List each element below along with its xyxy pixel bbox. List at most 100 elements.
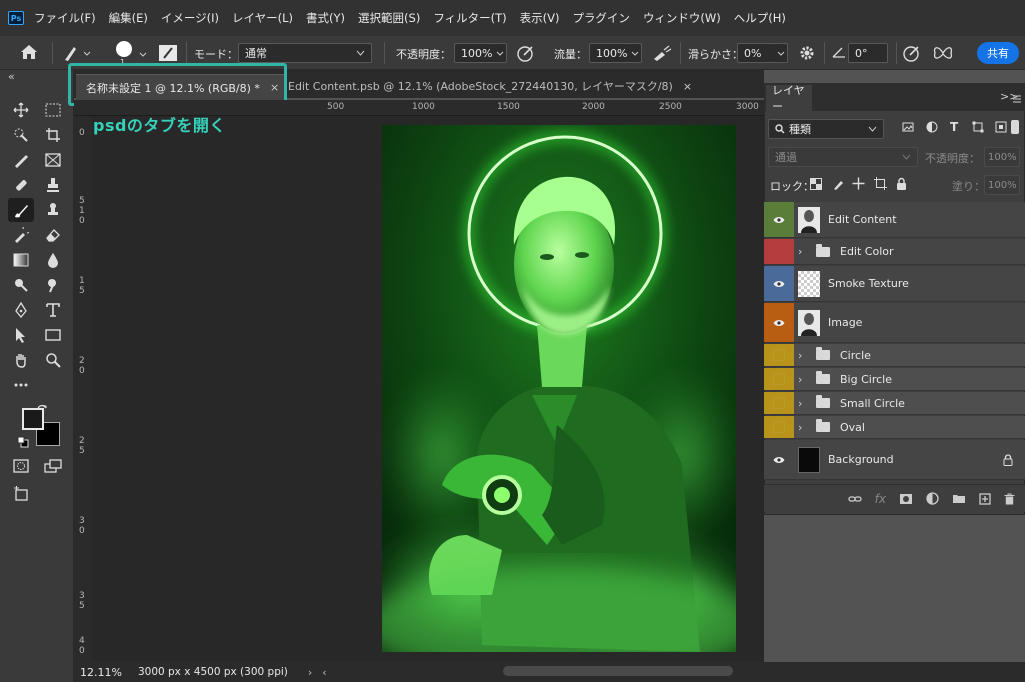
layer-row-oval[interactable]: › Oval — [764, 416, 1025, 439]
smoothing-dropdown[interactable] — [774, 43, 788, 63]
symmetry-butterfly-icon[interactable] — [932, 44, 954, 62]
chevron-right-icon[interactable]: › — [798, 397, 810, 410]
menu-filter[interactable]: フィルター(T) — [433, 10, 506, 26]
quick-selection-tool-icon[interactable] — [8, 123, 34, 147]
eye-icon[interactable] — [764, 202, 794, 237]
screen-mode-icon[interactable] — [40, 454, 66, 478]
zoom-magnifier-icon[interactable] — [40, 273, 66, 297]
tab-layers[interactable]: レイヤー — [766, 84, 812, 113]
adjustment-layer-icon[interactable] — [926, 492, 939, 505]
layer-row-edit-content[interactable]: Edit Content — [764, 202, 1025, 238]
path-selection-tool-icon[interactable] — [8, 323, 34, 347]
type-tool-icon[interactable] — [40, 298, 66, 322]
default-colors-icon[interactable] — [17, 436, 29, 448]
eye-icon[interactable] — [764, 440, 794, 479]
filter-pixel-icon[interactable] — [902, 121, 914, 133]
menu-edit[interactable]: 編集(E) — [109, 10, 148, 26]
menu-type[interactable]: 書式(Y) — [306, 10, 345, 26]
history-brush-tool-icon[interactable] — [8, 223, 34, 247]
lock-transparency-icon[interactable] — [810, 178, 822, 190]
layer-row-background[interactable]: Background — [764, 440, 1025, 480]
layer-filter-select[interactable]: 種類 — [768, 119, 884, 139]
link-layers-icon[interactable] — [848, 494, 862, 504]
horizontal-scrollbar[interactable] — [503, 666, 733, 676]
airbrush-icon[interactable] — [652, 44, 672, 62]
marquee-tool-icon[interactable] — [40, 98, 66, 122]
share-button[interactable]: 共有 — [977, 42, 1019, 64]
menu-layer[interactable]: レイヤー(L) — [232, 10, 293, 26]
flow-dropdown[interactable] — [628, 43, 642, 63]
artboard-edit-icon[interactable] — [8, 482, 34, 506]
layer-row-circle[interactable]: › Circle — [764, 344, 1025, 367]
layer-row-smoke-texture[interactable]: Smoke Texture — [764, 266, 1025, 302]
menu-view[interactable]: 表示(V) — [520, 10, 560, 26]
menu-help[interactable]: ヘルプ(H) — [734, 10, 786, 26]
brush-preset-icon[interactable] — [62, 43, 92, 63]
opacity-dropdown[interactable] — [493, 43, 507, 63]
filter-adjustment-icon[interactable] — [926, 121, 938, 133]
trash-icon[interactable] — [1004, 493, 1015, 505]
menu-select[interactable]: 選択範囲(S) — [358, 10, 420, 26]
fx-icon[interactable]: fx — [875, 492, 886, 506]
panel-menu-icon[interactable] — [1012, 94, 1022, 104]
filter-smart-object-icon[interactable] — [995, 121, 1007, 133]
add-mask-icon[interactable] — [899, 493, 913, 505]
hand-tool-icon[interactable] — [8, 348, 34, 372]
smoothing-input[interactable]: 0% — [737, 43, 775, 63]
brush-tool-icon[interactable] — [8, 198, 34, 222]
lock-all-icon[interactable] — [896, 177, 907, 190]
layer-visibility-toggle[interactable] — [764, 239, 794, 264]
layer-opacity-input[interactable]: 100% — [984, 147, 1020, 167]
filter-shape-icon[interactable] — [972, 121, 984, 133]
document-info[interactable]: 3000 px x 4500 px (300 ppi) — [138, 666, 288, 678]
layer-visibility-toggle[interactable] — [764, 392, 794, 414]
blend-mode-select[interactable]: 通過 — [768, 147, 918, 167]
blur-tool-icon[interactable] — [40, 248, 66, 272]
layer-visibility-toggle[interactable] — [764, 416, 794, 438]
menu-window[interactable]: ウィンドウ(W) — [643, 10, 721, 26]
zoom-tool-icon[interactable] — [40, 348, 66, 372]
eraser-tool-icon[interactable] — [40, 223, 66, 247]
eyedropper-tool-icon[interactable] — [8, 148, 34, 172]
layer-visibility-toggle[interactable] — [764, 344, 794, 366]
home-icon[interactable] — [20, 44, 38, 60]
new-group-icon[interactable] — [952, 493, 966, 504]
tab-edit-content[interactable]: Edit Content.psb @ 12.1% (AdobeStock_272… — [284, 74, 692, 98]
filter-toggle-switch[interactable] — [1011, 120, 1019, 134]
gradient-tool-icon[interactable] — [8, 248, 34, 272]
flow-input[interactable]: 100% — [589, 43, 629, 63]
frame-tool-icon[interactable] — [40, 148, 66, 172]
tab-close-icon[interactable]: × — [683, 80, 692, 93]
chevron-right-icon[interactable]: › — [798, 421, 810, 434]
eye-icon[interactable] — [764, 303, 794, 342]
lock-artboard-icon[interactable] — [874, 177, 887, 190]
lock-position-icon[interactable] — [852, 177, 865, 190]
spot-healing-tool-icon[interactable] — [8, 173, 34, 197]
quick-mask-icon[interactable] — [8, 454, 34, 478]
status-arrow-icon[interactable]: › — [308, 666, 312, 679]
pressure-opacity-icon[interactable] — [516, 44, 536, 62]
more-tools-icon[interactable] — [8, 373, 34, 397]
menu-file[interactable]: ファイル(F) — [34, 10, 96, 26]
dodge-tool-icon[interactable] — [8, 273, 34, 297]
eye-icon[interactable] — [764, 266, 794, 301]
gear-icon[interactable] — [798, 44, 816, 62]
menu-plugins[interactable]: プラグイン — [572, 10, 630, 26]
brush-settings-panel-icon[interactable] — [158, 44, 178, 62]
pressure-size-icon[interactable] — [902, 44, 922, 62]
layer-visibility-toggle[interactable] — [764, 368, 794, 390]
layer-row-edit-color[interactable]: › Edit Color — [764, 239, 1025, 265]
chevron-right-icon[interactable]: › — [798, 245, 810, 258]
layer-row-small-circle[interactable]: › Small Circle — [764, 392, 1025, 415]
clone-stamp-tool-icon[interactable] — [40, 173, 66, 197]
filter-type-icon[interactable]: T — [950, 120, 958, 134]
menu-image[interactable]: イメージ(I) — [161, 10, 219, 26]
stamp-tool-icon[interactable] — [40, 198, 66, 222]
pen-tool-icon[interactable] — [8, 298, 34, 322]
move-tool-icon[interactable] — [8, 98, 34, 122]
lock-pixels-icon[interactable] — [832, 178, 844, 190]
chevron-right-icon[interactable]: › — [798, 373, 810, 386]
layer-row-big-circle[interactable]: › Big Circle — [764, 368, 1025, 391]
new-layer-icon[interactable] — [979, 492, 991, 505]
foreground-color-swatch[interactable] — [22, 408, 44, 430]
